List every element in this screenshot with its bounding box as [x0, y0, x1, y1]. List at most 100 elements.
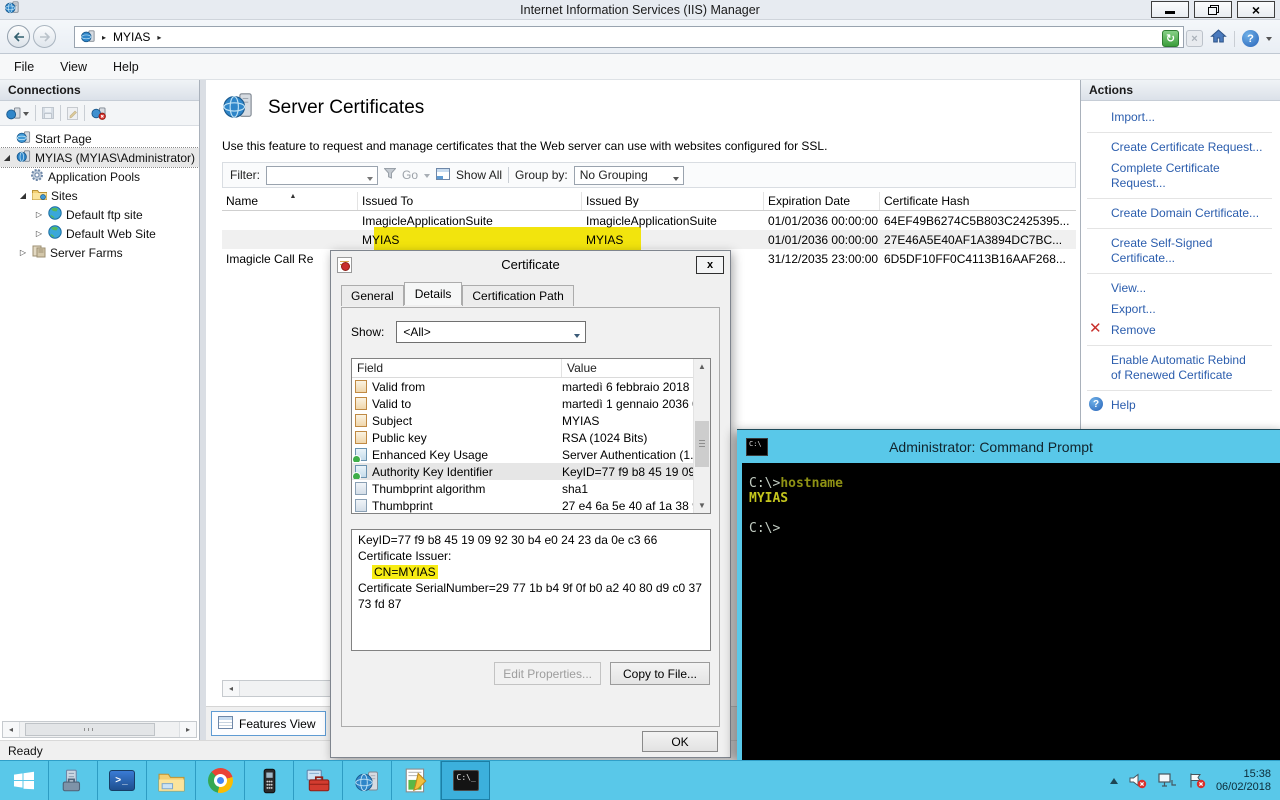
column-header-certificate-hash[interactable]: Certificate Hash: [880, 192, 1076, 210]
cmd-titlebar[interactable]: C:\ Administrator: Command Prompt: [737, 430, 1280, 463]
stop-button[interactable]: ×: [1186, 30, 1203, 47]
expander-icon[interactable]: [2, 153, 12, 162]
action-help[interactable]: ?Help: [1087, 395, 1272, 416]
column-header-value[interactable]: Value: [562, 359, 710, 377]
taskbar-item-powershell[interactable]: >_: [98, 761, 147, 800]
menu-file[interactable]: File: [14, 60, 34, 74]
action-create-certificate-request[interactable]: Create Certificate Request...: [1087, 137, 1272, 158]
field-row[interactable]: Thumbprint algorithm sha1: [352, 480, 710, 497]
connect-dropdown-icon[interactable]: [23, 112, 29, 119]
show-select[interactable]: <All>: [396, 321, 586, 343]
action-enable-automatic-rebind[interactable]: Enable Automatic Rebind of Renewed Certi…: [1087, 350, 1257, 386]
scrollbar-thumb[interactable]: [25, 723, 155, 736]
expander-icon[interactable]: [34, 229, 44, 238]
connect-to-server-button[interactable]: [6, 107, 29, 120]
dialog-titlebar[interactable]: Certificate x: [331, 251, 730, 278]
action-export[interactable]: Export...: [1087, 299, 1272, 320]
menu-view[interactable]: View: [60, 60, 87, 74]
field-row[interactable]: Enhanced Key Usage Server Authentication…: [352, 446, 710, 463]
taskbar-item-file-explorer[interactable]: [147, 761, 196, 800]
expander-icon[interactable]: [34, 210, 44, 219]
start-button[interactable]: [0, 761, 49, 800]
chevron-down-icon[interactable]: [367, 177, 373, 184]
table-row[interactable]: ImagicleApplicationSuite ImagicleApplica…: [222, 211, 1076, 230]
sidebar-item-start-page[interactable]: Start Page: [0, 129, 199, 148]
minimize-button[interactable]: [1151, 1, 1189, 18]
taskbar-item-editor[interactable]: [392, 761, 441, 800]
action-complete-certificate-request[interactable]: Complete Certificate Request...: [1087, 158, 1272, 194]
taskbar-clock[interactable]: 15:38 06/02/2018: [1216, 768, 1271, 794]
scroll-right-icon[interactable]: ▸: [179, 722, 196, 737]
taskbar-item-iis-manager[interactable]: [343, 761, 392, 800]
scroll-left-icon[interactable]: ◂: [3, 722, 20, 737]
field-row[interactable]: Subject MYIAS: [352, 412, 710, 429]
features-view-button[interactable]: Features View: [211, 711, 326, 736]
scrollbar-thumb[interactable]: [695, 421, 709, 467]
volume-muted-icon[interactable]: [1128, 772, 1147, 789]
column-header-expiration-date[interactable]: Expiration Date: [764, 192, 880, 210]
action-view[interactable]: View...: [1087, 278, 1272, 299]
breadcrumb[interactable]: ▸ MYIAS ▸: [74, 26, 1184, 48]
chevron-down-icon[interactable]: [574, 334, 580, 341]
field-row[interactable]: Thumbprint 27 e4 6a 5e 40 af 1a 38 94 dc…: [352, 497, 710, 514]
edit-properties-button[interactable]: Edit Properties...: [494, 662, 601, 685]
go-button[interactable]: Go: [402, 168, 418, 182]
field-row[interactable]: Valid from martedì 6 febbraio 2018 15:35…: [352, 378, 710, 395]
action-create-self-signed-certificate[interactable]: Create Self-Signed Certificate...: [1087, 233, 1272, 269]
window-titlebar[interactable]: Internet Information Services (IIS) Mana…: [0, 0, 1280, 20]
forward-button[interactable]: [33, 25, 56, 48]
action-create-domain-certificate[interactable]: Create Domain Certificate...: [1087, 203, 1272, 224]
scroll-left-icon[interactable]: ◂: [223, 681, 240, 696]
help-dropdown-icon[interactable]: [1266, 37, 1272, 44]
field-detail-text[interactable]: KeyID=77 f9 b8 45 19 09 92 30 b4 e0 24 2…: [351, 529, 711, 651]
back-button[interactable]: [7, 25, 30, 48]
sidebar-item-server-farms[interactable]: Server Farms: [0, 243, 199, 262]
filter-input[interactable]: [266, 166, 378, 185]
help-button[interactable]: ?: [1242, 30, 1259, 47]
breadcrumb-item[interactable]: MYIAS: [113, 30, 150, 44]
field-row[interactable]: Public key RSA (1024 Bits): [352, 429, 710, 446]
action-remove[interactable]: ✕Remove: [1087, 320, 1272, 341]
group-by-select[interactable]: No Grouping: [574, 166, 684, 185]
taskbar-item-command-prompt[interactable]: C:\_: [441, 761, 490, 800]
scroll-down-icon[interactable]: ▼: [694, 501, 710, 510]
chevron-down-icon[interactable]: [673, 177, 679, 184]
column-header-issued-to[interactable]: Issued To: [358, 192, 582, 210]
action-center-flag-icon[interactable]: [1187, 772, 1206, 789]
tab-details[interactable]: Details: [404, 282, 463, 305]
go-dropdown-icon[interactable]: [424, 174, 430, 181]
show-hidden-icons-button[interactable]: [1110, 774, 1118, 787]
taskbar-item-server-manager[interactable]: [49, 761, 98, 800]
expander-icon[interactable]: [18, 191, 28, 200]
action-import[interactable]: Import...: [1087, 107, 1272, 128]
table-row-selected-myias[interactable]: MYIAS MYIAS 01/01/2036 00:00:00 27E46A5E…: [222, 230, 1076, 249]
network-icon[interactable]: [1157, 772, 1177, 789]
remove-connection-button[interactable]: [91, 107, 107, 120]
restore-button[interactable]: [1194, 1, 1232, 18]
column-header-field[interactable]: Field: [352, 359, 562, 377]
rename-connection-button[interactable]: [67, 107, 78, 120]
sidebar-item-server-myias[interactable]: MYIAS (MYIAS\Administrator): [0, 148, 199, 167]
sidebar-item-default-ftp-site[interactable]: Default ftp site: [0, 205, 199, 224]
close-button[interactable]: ×: [1237, 1, 1275, 18]
save-connections-button[interactable]: [42, 107, 54, 119]
home-button[interactable]: [1210, 28, 1227, 49]
cmd-console[interactable]: C:\>hostname MYIAS C:\>: [742, 463, 1280, 760]
field-row[interactable]: Valid to martedì 1 gennaio 2036 00:00...: [352, 395, 710, 412]
sidebar-item-application-pools[interactable]: Application Pools: [0, 167, 199, 186]
dialog-close-button[interactable]: x: [696, 256, 724, 274]
column-header-issued-by[interactable]: Issued By: [582, 192, 764, 210]
sidebar-item-sites[interactable]: Sites: [0, 186, 199, 205]
copy-to-file-button[interactable]: Copy to File...: [610, 662, 710, 685]
scroll-up-icon[interactable]: ▲: [694, 362, 710, 371]
taskbar-item-phone-app[interactable]: [245, 761, 294, 800]
ok-button[interactable]: OK: [642, 731, 718, 752]
tab-certification-path[interactable]: Certification Path: [462, 285, 573, 306]
show-all-button[interactable]: Show All: [456, 168, 502, 182]
taskbar-item-admin-tools[interactable]: [294, 761, 343, 800]
tab-general[interactable]: General: [341, 285, 404, 306]
connections-horizontal-scrollbar[interactable]: ◂ ▸: [2, 721, 197, 738]
column-header-name[interactable]: Name▲: [222, 192, 358, 210]
menu-help[interactable]: Help: [113, 60, 139, 74]
refresh-button[interactable]: ↻: [1162, 30, 1179, 47]
